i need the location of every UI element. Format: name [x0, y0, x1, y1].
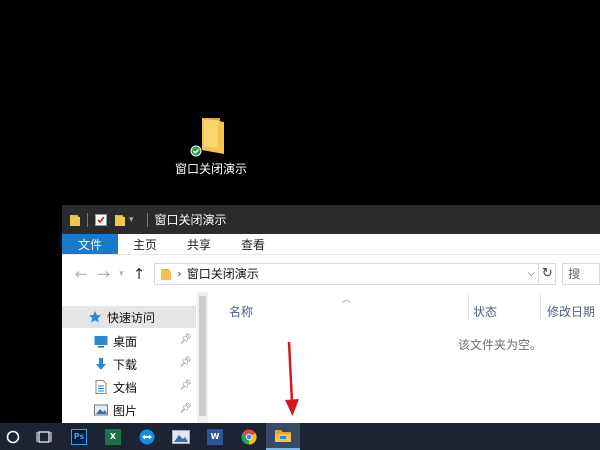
nav-item-label: 桌面	[113, 334, 138, 349]
address-row: ← → ▾ ↑ › 窗口关闭演示 ⌵ ↻ 搜	[62, 255, 600, 292]
taskbar-chrome-icon[interactable]	[232, 423, 266, 450]
title-bar: ▾ 窗口关闭演示	[62, 205, 600, 234]
taskbar-file-explorer-icon[interactable]	[266, 423, 300, 450]
ribbon-tabs: 文件 主页 共享 查看	[62, 234, 600, 255]
document-icon	[94, 380, 108, 394]
taskbar-excel-icon[interactable]: X	[96, 423, 130, 450]
tab-view[interactable]: 查看	[226, 234, 280, 254]
up-arrow-icon[interactable]: ↑	[128, 265, 150, 283]
pin-icon[interactable]: 📌︎	[179, 357, 192, 368]
taskbar-image-viewer-icon[interactable]	[164, 423, 198, 450]
quick-access-dropdown-icon[interactable]: ▾	[129, 215, 134, 225]
picture-icon	[94, 403, 108, 417]
scrollbar-thumb[interactable]	[199, 296, 206, 416]
window-title: 窗口关闭演示	[154, 213, 227, 227]
address-dropdown-icon[interactable]: ⌵	[524, 268, 538, 279]
navigation-pane: 快速访问 桌面 📌︎ 下载 📌︎ 文档 �	[62, 292, 208, 423]
task-view-icon[interactable]	[26, 423, 62, 450]
desktop-folder-label: 窗口关闭演示	[174, 162, 247, 176]
pin-icon[interactable]: 📌︎	[179, 380, 192, 391]
divider	[146, 212, 148, 227]
star-icon	[88, 310, 102, 324]
tab-home[interactable]: 主页	[118, 234, 172, 254]
cortana-search-icon[interactable]	[0, 423, 26, 450]
nav-item-label: 图片	[113, 403, 138, 418]
nav-item-pictures[interactable]: 图片 📌︎	[62, 399, 196, 421]
search-input[interactable]: 搜	[562, 262, 600, 285]
folder-icon	[70, 214, 80, 226]
nav-quick-access-label: 快速访问	[107, 310, 156, 325]
nav-scrollbar[interactable]	[197, 292, 208, 423]
nav-item-desktop[interactable]: 桌面 📌︎	[62, 330, 196, 352]
sync-check-icon	[190, 145, 202, 157]
desktop-icon	[94, 334, 108, 348]
taskbar-teamviewer-icon[interactable]	[130, 423, 164, 450]
recent-locations-dropdown-icon[interactable]: ▾	[115, 269, 128, 279]
forward-arrow-icon[interactable]: →	[92, 265, 114, 283]
column-header-name[interactable]: 名称	[229, 303, 253, 320]
divider	[87, 212, 88, 227]
column-divider[interactable]	[468, 294, 469, 320]
empty-folder-message: 该文件夹为空。	[458, 338, 543, 352]
breadcrumb-separator-icon[interactable]: ›	[177, 267, 181, 280]
refresh-icon[interactable]: ↻	[539, 262, 557, 285]
sort-caret-icon: ︿	[342, 295, 352, 305]
back-arrow-icon[interactable]: ←	[70, 265, 92, 283]
new-folder-icon[interactable]	[115, 214, 125, 226]
taskbar-photoshop-icon[interactable]: Ps	[62, 423, 96, 450]
explorer-body: 快速访问 桌面 📌︎ 下载 📌︎ 文档 �	[62, 292, 600, 423]
download-icon	[94, 357, 108, 371]
pin-icon[interactable]: 📌︎	[179, 334, 192, 345]
file-list: ︿ 名称 状态 修改日期 该文件夹为空。	[208, 292, 600, 423]
nav-quick-access[interactable]: 快速访问	[62, 306, 196, 328]
breadcrumb-current[interactable]: 窗口关闭演示	[187, 265, 259, 282]
pin-icon[interactable]: 📌︎	[179, 403, 192, 414]
column-divider[interactable]	[540, 294, 541, 320]
nav-item-label: 下载	[113, 357, 138, 372]
tab-file[interactable]: 文件	[62, 234, 119, 254]
taskbar-word-icon[interactable]: W	[198, 423, 232, 450]
desktop-folder-shortcut[interactable]: 窗口关闭演示	[172, 114, 250, 177]
nav-item-documents[interactable]: 文档 📌︎	[62, 376, 196, 398]
tab-share[interactable]: 共享	[172, 234, 226, 254]
folder-icon	[190, 114, 226, 157]
address-bar[interactable]: › 窗口关闭演示 ⌵	[154, 262, 540, 285]
properties-icon[interactable]	[95, 213, 107, 226]
folder-icon	[161, 268, 172, 280]
nav-item-downloads[interactable]: 下载 📌︎	[62, 353, 196, 375]
annotation-arrow-icon	[285, 341, 299, 416]
nav-item-label: 文档	[113, 380, 138, 395]
column-header-date-modified[interactable]: 修改日期	[547, 303, 595, 320]
taskbar: Ps X W	[0, 423, 600, 450]
column-header-status[interactable]: 状态	[473, 303, 497, 320]
file-explorer-window: ▾ 窗口关闭演示 文件 主页 共享 查看 ← → ▾ ↑ › 窗口关闭演示 ⌵ …	[62, 205, 600, 423]
